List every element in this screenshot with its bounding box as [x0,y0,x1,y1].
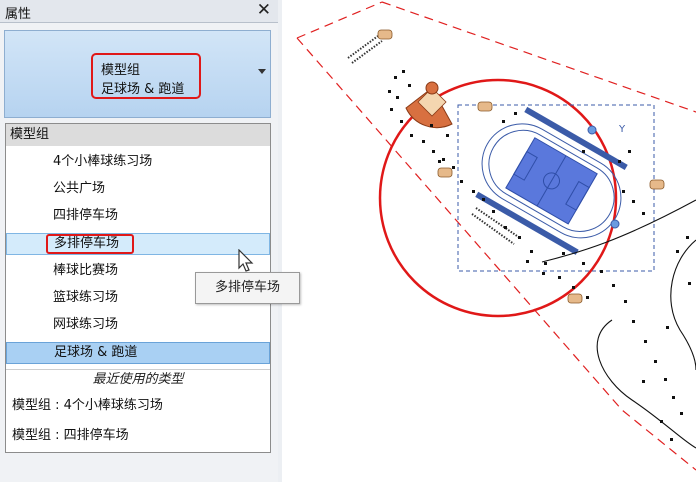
dropdown-item[interactable]: 四排停车场 [6,205,270,227]
properties-palette: 属性 ✕ 模型组 足球场 & 跑道 模型组 4个小棒球练习场 公共广场 四排停车… [0,0,278,482]
dropdown-group-header: 模型组 [6,124,270,146]
road-lines [541,199,696,449]
recent-type-item[interactable]: 模型组 : 四排停车场 [6,425,270,447]
close-icon[interactable]: ✕ [257,0,271,20]
dropdown-item[interactable]: 4个小棒球练习场 [6,151,270,173]
dropdown-item-label: 篮球练习场 [53,290,119,305]
grip-handle[interactable] [587,125,597,135]
grip-handle[interactable] [610,219,620,229]
plan-view-canvas[interactable]: Y [282,0,696,482]
mouse-cursor-icon [238,249,254,272]
type-selector-highlight: 模型组 足球场 & 跑道 [91,53,201,99]
type-name-label: 足球场 & 跑道 [101,82,185,97]
dropdown-item-label: 棒球比赛场 [53,263,119,278]
axis-y-label: Y [618,124,626,135]
dropdown-item-label: 公共广场 [53,181,106,196]
hover-item-highlight [46,234,134,254]
palette-title: 属性 [5,7,32,22]
dropdown-item[interactable]: 公共广场 [6,178,270,200]
recent-types-header: 最近使用的类型 [6,369,270,390]
dropdown-item-hovered[interactable]: 多排停车场 [6,233,270,255]
palette-titlebar: 属性 ✕ [0,0,278,23]
dropdown-item[interactable]: 网球练习场 [6,314,270,336]
dropdown-item-label: 足球场 & 跑道 [54,345,138,360]
baseball-field [405,81,453,129]
chevron-down-icon[interactable] [258,69,266,74]
dropdown-item-label: 4个小棒球练习场 [53,154,153,169]
dropdown-item-label: 网球练习场 [53,317,119,332]
recent-type-item[interactable]: 模型组 : 4个小棒球练习场 [6,395,270,417]
site-boundary [296,1,696,471]
type-family-label: 模型组 [101,63,141,78]
type-selector[interactable]: 模型组 足球场 & 跑道 [4,30,271,118]
dropdown-item-selected[interactable]: 足球场 & 跑道 [6,342,270,364]
dropdown-item-label: 四排停车场 [53,208,119,223]
